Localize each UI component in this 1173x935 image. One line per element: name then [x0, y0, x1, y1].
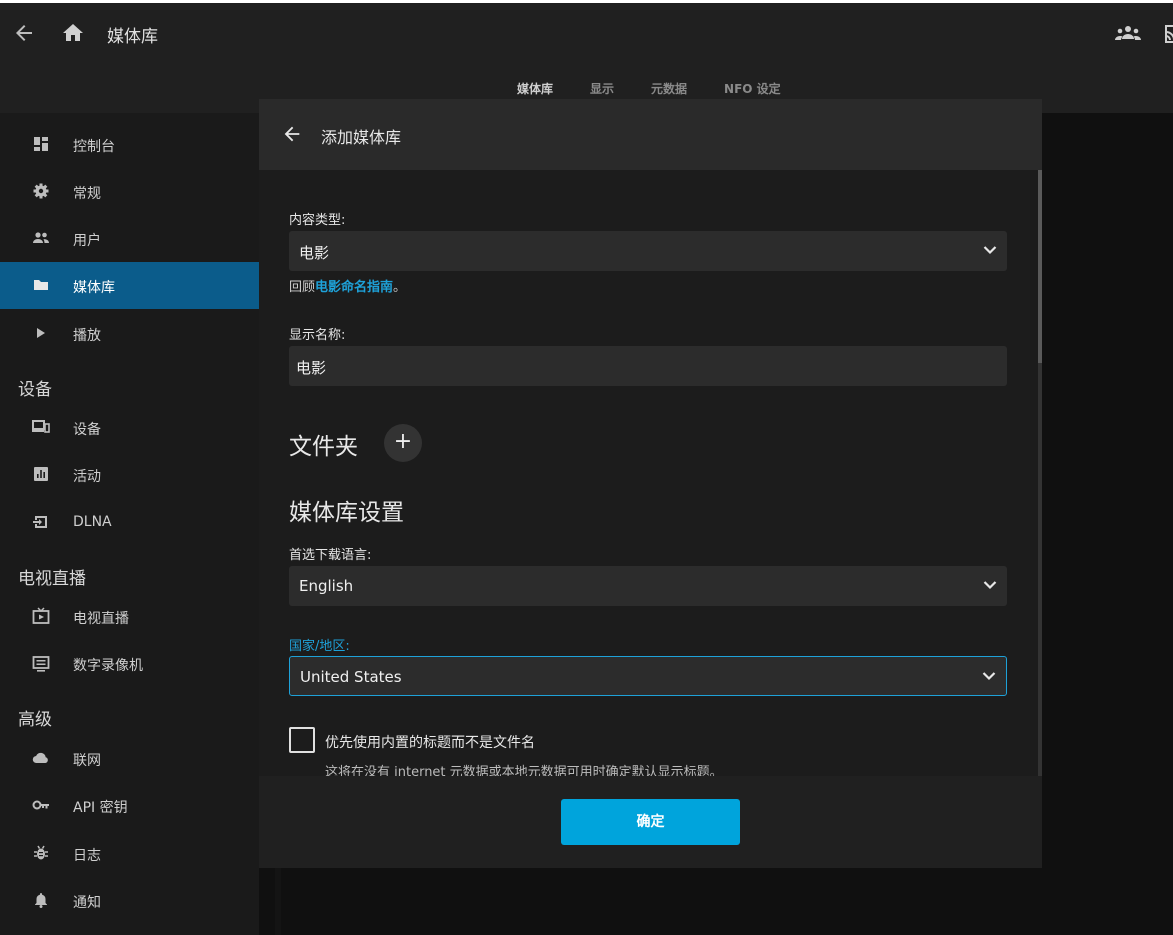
tab-metadata[interactable]: 元数据 — [651, 80, 687, 97]
sidebar-section-devices: 设备 — [18, 380, 52, 400]
prefer-embedded-titles-label: 优先使用内置的标题而不是文件名 — [325, 735, 535, 751]
hint-prefix: 回顾 — [289, 280, 316, 295]
dialog-header: 添加媒体库 — [259, 99, 1042, 170]
page-title: 媒体库 — [107, 27, 158, 47]
display-name-input[interactable]: 电影 — [289, 346, 1007, 386]
hint-suffix: 。 — [393, 280, 407, 295]
dialog-title: 添加媒体库 — [321, 128, 402, 147]
home-icon[interactable] — [61, 21, 85, 45]
chevron-down-icon — [983, 581, 997, 590]
cloud-icon — [32, 752, 48, 764]
sidebar-item-networking[interactable]: 联网 — [0, 735, 259, 782]
sidebar-item-label: 设备 — [73, 422, 101, 438]
add-library-dialog: 添加媒体库 内容类型: 电影 回顾电影命名指南。 显示名称: 电影 文件夹 + … — [259, 99, 1042, 868]
folder-icon — [34, 280, 48, 290]
sidebar-item-label: 电视直播 — [73, 611, 129, 627]
ok-button[interactable]: 确定 — [561, 799, 740, 845]
sidebar-item-label: 通知 — [73, 895, 101, 911]
sidebar-item-label: 播放 — [73, 328, 101, 344]
prefer-embedded-titles-checkbox[interactable] — [289, 727, 315, 753]
sidebar-item-label: 联网 — [73, 753, 101, 769]
sidebar-section-advanced: 高级 — [18, 710, 52, 730]
sidebar-item-livetv[interactable]: 电视直播 — [0, 593, 259, 640]
sidebar-item-logs[interactable]: 日志 — [0, 830, 259, 877]
tab-display[interactable]: 显示 — [590, 80, 614, 97]
display-name-value: 电影 — [296, 359, 327, 377]
gear-icon — [33, 183, 49, 199]
sidebar-item-label: 常规 — [73, 186, 101, 202]
sidebar-item-dashboard[interactable]: 控制台 — [0, 121, 259, 168]
sidebar-item-library[interactable]: 媒体库 — [0, 262, 259, 309]
sidebar-item-label: 活动 — [73, 469, 101, 485]
dvr-icon — [32, 656, 50, 672]
dashboard-icon — [34, 137, 48, 151]
movie-naming-guide-link[interactable]: 电影命名指南 — [315, 280, 393, 295]
key-icon — [32, 800, 49, 810]
display-name-label: 显示名称: — [289, 328, 346, 343]
sidebar-item-label: 日志 — [73, 848, 101, 864]
country-label: 国家/地区: — [289, 639, 350, 654]
tab-nfo-settings[interactable]: NFO 设定 — [724, 80, 781, 97]
sidebar-item-label: 数字录像机 — [73, 658, 143, 674]
library-settings-heading: 媒体库设置 — [289, 500, 404, 526]
bug-icon — [34, 845, 48, 860]
sidebar-item-label: DLNA — [73, 514, 112, 530]
naming-guide-hint: 回顾电影命名指南。 — [289, 276, 406, 295]
download-language-select[interactable]: English — [289, 566, 1007, 606]
content-type-value: 电影 — [299, 244, 330, 262]
settings-tabs: 媒体库 显示 元数据 NFO 设定 — [517, 80, 818, 97]
add-folder-button[interactable]: + — [384, 424, 422, 462]
dialog-footer: 确定 — [259, 776, 1042, 868]
content-type-select[interactable]: 电影 — [289, 231, 1007, 271]
live-tv-icon — [32, 607, 50, 624]
play-icon — [37, 328, 45, 338]
sidebar-section-livetv: 电视直播 — [18, 569, 86, 589]
sidebar-item-users[interactable]: 用户 — [0, 215, 259, 262]
sidebar-item-dlna[interactable]: DLNA — [0, 499, 259, 546]
input-icon — [33, 516, 47, 528]
devices-icon — [32, 420, 50, 433]
sidebar-item-playback[interactable]: 播放 — [0, 310, 259, 357]
cast-icon[interactable] — [1163, 23, 1173, 45]
app-header: 媒体库 媒体库 显示 元数据 NFO 设定 — [0, 0, 1173, 113]
chevron-down-icon — [982, 672, 996, 681]
country-value: United States — [300, 668, 402, 686]
users-icon — [33, 232, 49, 243]
country-select[interactable]: United States — [289, 656, 1007, 696]
sidebar-item-label: 用户 — [73, 233, 101, 249]
users-icon[interactable] — [1115, 23, 1141, 43]
folders-heading: 文件夹 — [289, 434, 358, 460]
sidebar: 控制台 常规 用户 媒体库 播放 设备 设备 活动 DLNA 电视直播 电视直播… — [0, 113, 259, 935]
download-language-label: 首选下载语言: — [289, 548, 372, 563]
download-language-value: English — [299, 577, 354, 595]
sidebar-item-dvr[interactable]: 数字录像机 — [0, 640, 259, 687]
back-arrow-icon[interactable] — [12, 21, 36, 45]
sidebar-item-label: 媒体库 — [73, 280, 115, 296]
sidebar-item-notifications[interactable]: 通知 — [0, 877, 259, 924]
activity-icon — [34, 467, 48, 481]
sidebar-item-label: API 密钥 — [73, 800, 128, 816]
content-type-label: 内容类型: — [289, 213, 346, 228]
sidebar-item-label: 控制台 — [73, 139, 115, 155]
sidebar-item-general[interactable]: 常规 — [0, 168, 259, 215]
bell-icon — [35, 893, 47, 908]
dialog-scrollbar-thumb[interactable] — [1038, 170, 1042, 363]
back-arrow-icon[interactable] — [281, 123, 303, 145]
chevron-down-icon — [983, 246, 997, 255]
tab-library[interactable]: 媒体库 — [517, 80, 553, 97]
sidebar-item-activity[interactable]: 活动 — [0, 451, 259, 498]
sidebar-item-devices[interactable]: 设备 — [0, 404, 259, 451]
sidebar-item-api-keys[interactable]: API 密钥 — [0, 782, 259, 829]
